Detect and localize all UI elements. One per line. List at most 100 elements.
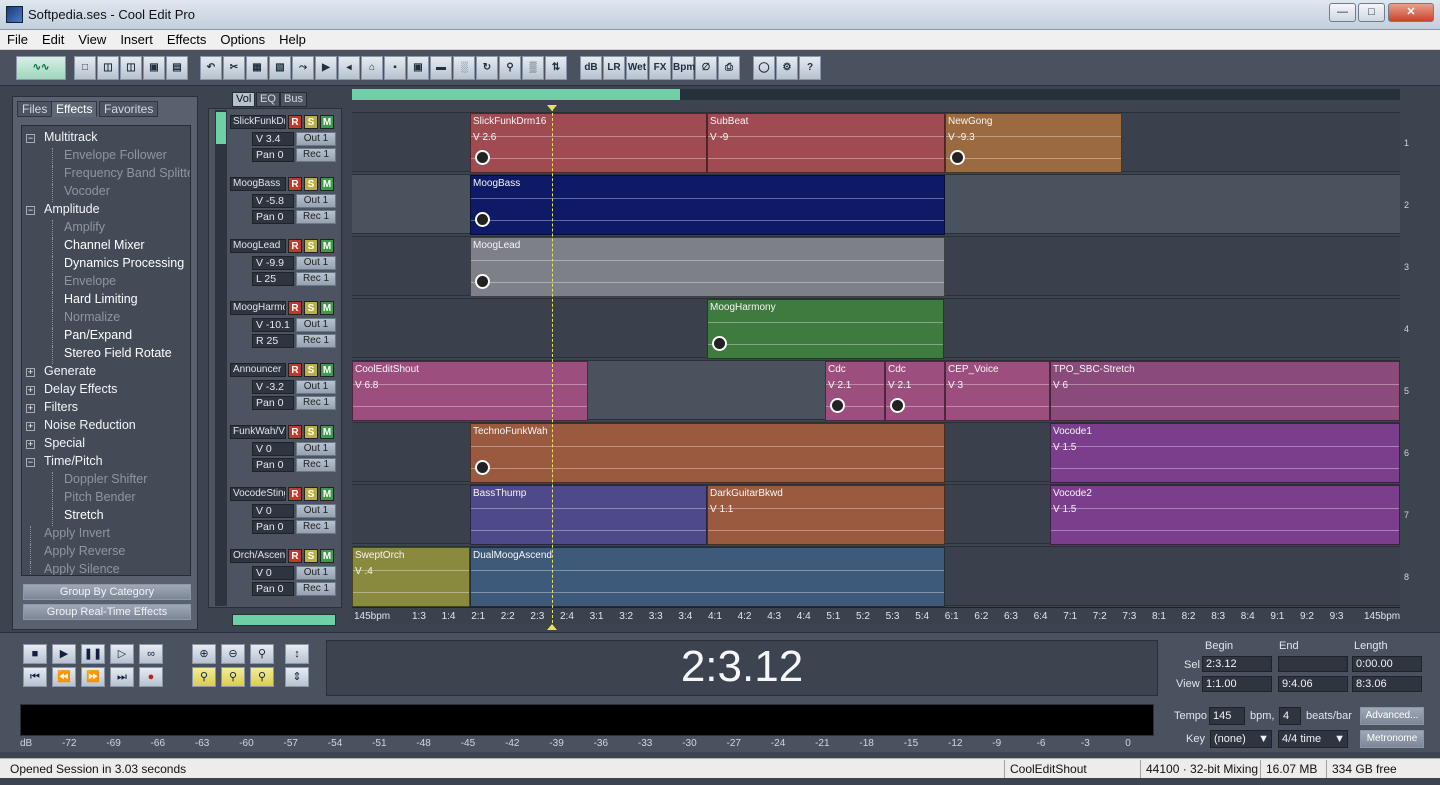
track-volume-field[interactable]: V -5.8 (252, 194, 294, 208)
mute-button[interactable]: M (320, 487, 334, 501)
tree-item[interactable]: Stretch (64, 508, 104, 522)
track-record-input-button[interactable]: Rec 1 (296, 582, 336, 596)
track-name[interactable]: VocodeSting (230, 487, 286, 501)
mix-down-icon[interactable]: ▶ (315, 56, 337, 80)
track-record-input-button[interactable]: Rec 1 (296, 520, 336, 534)
record-arm-button[interactable]: R (288, 115, 302, 129)
tab-files[interactable]: Files (17, 101, 53, 117)
zoom-selection-icon[interactable]: ⚲ (250, 667, 274, 687)
db-envelope-icon[interactable]: dB (580, 56, 602, 80)
play-to-end-icon[interactable]: ▷ (110, 644, 134, 664)
undo-icon[interactable]: ↶ (200, 56, 222, 80)
maximize-button[interactable]: □ (1358, 3, 1385, 22)
audio-clip[interactable]: Cdc V 2.1 (885, 361, 945, 421)
go-to-end-icon[interactable]: ⏭ (110, 667, 134, 687)
tree-item[interactable]: Amplitude (44, 202, 100, 216)
sel-begin-field[interactable]: 2:3.12 (1202, 656, 1272, 672)
solo-button[interactable]: S (304, 425, 318, 439)
tree-item[interactable]: Amplify (64, 220, 105, 234)
track-pan-field[interactable]: R 25 (252, 334, 294, 348)
audio-clip[interactable]: Vocode2 V 1.5 (1050, 485, 1400, 545)
tab-bus[interactable]: Bus (280, 92, 307, 107)
track-volume-field[interactable]: V -3.2 (252, 380, 294, 394)
track-name[interactable]: MoogBass (230, 177, 286, 191)
audio-clip[interactable]: MoogBass (470, 175, 945, 235)
expand-toggle-icon[interactable]: − (26, 206, 35, 215)
track-volume-field[interactable]: V -9.9 (252, 256, 294, 270)
tree-item[interactable]: Noise Reduction (44, 418, 136, 432)
tree-item[interactable]: Pitch Bender (64, 490, 136, 504)
paste-icon[interactable]: ▧ (269, 56, 291, 80)
tree-item[interactable]: Apply Invert (44, 526, 110, 540)
tree-item[interactable]: Dynamics Processing (64, 256, 184, 270)
align-icon[interactable]: ▬ (430, 56, 452, 80)
zoom-clip-icon[interactable]: ⚲ (499, 56, 521, 80)
lock-icon[interactable]: ▣ (407, 56, 429, 80)
group-icon[interactable]: ▪ (384, 56, 406, 80)
zoom-out-vertical-icon[interactable]: ⇕ (285, 667, 309, 687)
go-to-start-icon[interactable]: ⏮ (23, 667, 47, 687)
pan-envelope-icon[interactable]: LR (603, 56, 625, 80)
fx-icon[interactable]: FX (649, 56, 671, 80)
track-pan-field[interactable]: Pan 0 (252, 396, 294, 410)
expand-toggle-icon[interactable]: + (26, 386, 35, 395)
record-arm-button[interactable]: R (288, 425, 302, 439)
track-record-input-button[interactable]: Rec 1 (296, 272, 336, 286)
menu-edit[interactable]: Edit (35, 30, 71, 49)
tree-item[interactable]: Hard Limiting (64, 292, 138, 306)
settings-icon[interactable]: ⚙ (776, 56, 798, 80)
time-ruler[interactable]: 145bpm 1:3 1:4 2:1 2:2 2:3 2:4 3:1 3:2 3:3 3:4 4:1 4… (352, 607, 1400, 625)
zoom-in-vertical-icon[interactable]: ↕ (285, 644, 309, 664)
track-pan-field[interactable]: Pan 0 (252, 520, 294, 534)
tree-item[interactable]: Multitrack (44, 130, 97, 144)
tree-item[interactable]: Filters (44, 400, 78, 414)
new-file-icon[interactable]: □ (74, 56, 96, 80)
bpm-icon[interactable]: Bpm (672, 56, 695, 80)
audio-clip[interactable]: TechnoFunkWah (470, 423, 945, 483)
track-pan-field[interactable]: Pan 0 (252, 582, 294, 596)
record-arm-button[interactable]: R (288, 177, 302, 191)
tempo-field[interactable]: 145 (1209, 707, 1245, 725)
solo-button[interactable]: S (304, 115, 318, 129)
waveform-view-toggle-icon[interactable]: ∿∿ (16, 56, 66, 80)
sel-end-field[interactable] (1278, 656, 1348, 672)
tree-item[interactable]: Time/Pitch (44, 454, 103, 468)
solo-button[interactable]: S (304, 549, 318, 563)
tree-item[interactable]: Envelope Follower (64, 148, 167, 162)
expand-toggle-icon[interactable]: + (26, 404, 35, 413)
solo-button[interactable]: S (304, 177, 318, 191)
tab-favorites[interactable]: Favorites (99, 101, 159, 117)
record-arm-button[interactable]: R (288, 487, 302, 501)
solo-button[interactable]: S (304, 487, 318, 501)
track-volume-field[interactable]: V -10.1 (252, 318, 294, 332)
solo-button[interactable]: S (304, 301, 318, 315)
audio-clip[interactable]: CEP_Voice V 3 (945, 361, 1050, 421)
tree-item[interactable]: Apply Silence (44, 562, 120, 575)
track-pan-field[interactable]: Pan 0 (252, 458, 294, 472)
view-begin-field[interactable]: 1:1.00 (1202, 676, 1272, 692)
track-record-input-button[interactable]: Rec 1 (296, 458, 336, 472)
track-volume-field[interactable]: V 0 (252, 566, 294, 580)
record-arm-button[interactable]: R (288, 239, 302, 253)
cut-icon[interactable]: ✂ (223, 56, 245, 80)
track-output-button[interactable]: Out 1 (296, 256, 336, 270)
track-volume-field[interactable]: V 3.4 (252, 132, 294, 146)
snap-icon[interactable]: ░ (453, 56, 475, 80)
track-pan-field[interactable]: L 25 (252, 272, 294, 286)
sel-length-field[interactable]: 0:00.00 (1352, 656, 1422, 672)
expand-toggle-icon[interactable]: + (26, 440, 35, 449)
track-pan-field[interactable]: Pan 0 (252, 148, 294, 162)
zoom-in-icon[interactable]: ⊕ (192, 644, 216, 664)
menu-file[interactable]: File (0, 30, 35, 49)
beats-field[interactable]: 4 (1279, 707, 1301, 725)
menu-view[interactable]: View (71, 30, 113, 49)
minimize-button[interactable]: — (1329, 3, 1356, 22)
expand-toggle-icon[interactable]: − (26, 458, 35, 467)
tab-eq[interactable]: EQ (256, 92, 280, 107)
stop-icon[interactable]: ■ (23, 644, 47, 664)
fast-forward-icon[interactable]: ⏩ (81, 667, 105, 687)
rewind-icon[interactable]: ⏪ (52, 667, 76, 687)
tree-item[interactable]: Frequency Band Splitter (64, 166, 190, 180)
split-icon[interactable]: ◂ (338, 56, 360, 80)
track-zoom-bar[interactable] (232, 614, 336, 626)
